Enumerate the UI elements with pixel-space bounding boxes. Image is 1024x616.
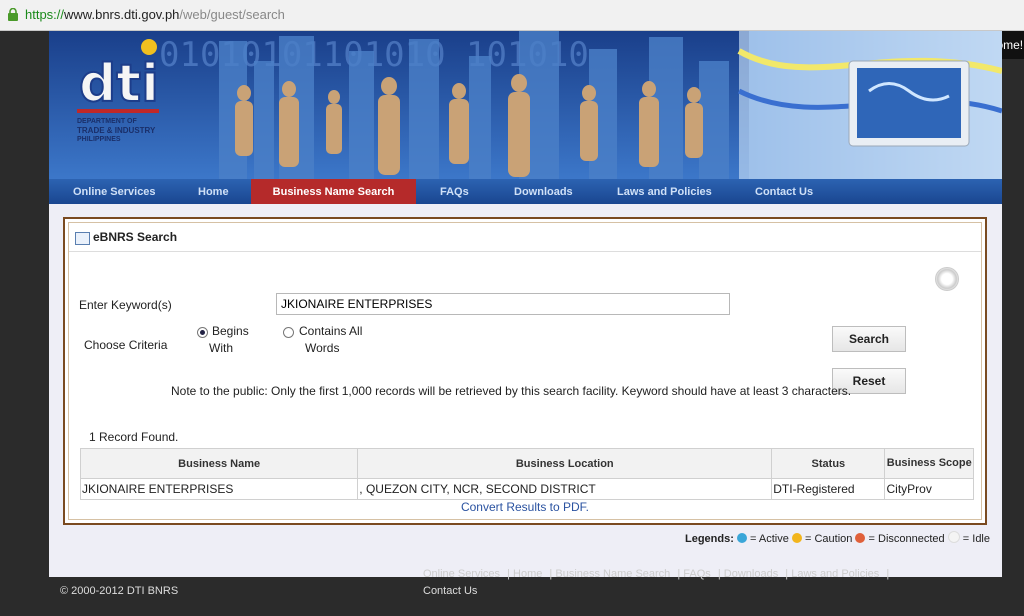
col-business-scope: Business Scope xyxy=(884,448,974,479)
footer-link-online-services[interactable]: Online Services xyxy=(423,568,500,580)
footer-link-downloads[interactable]: Downloads xyxy=(724,568,778,580)
copyright-text: © 2000-2012 DTI BNRS xyxy=(60,585,179,597)
search-note: Note to the public: Only the first 1,000… xyxy=(171,384,852,398)
nav-home[interactable]: Home xyxy=(198,179,229,204)
form-icon xyxy=(75,232,90,245)
begins-label-2: With xyxy=(209,341,233,355)
search-button[interactable]: Search xyxy=(832,326,906,352)
col-business-name: Business Name xyxy=(79,448,359,479)
record-count: 1 Record Found. xyxy=(89,430,179,444)
browser-url-bar[interactable]: https://www.bnrs.dti.gov.ph/web/guest/se… xyxy=(0,0,1024,31)
idle-status-icon xyxy=(947,531,960,543)
legend-active: = Active xyxy=(750,533,789,545)
begins-label-1: Begins xyxy=(212,324,249,338)
logo-caption: DEPARTMENT OF TRADE & INDUSTRY PHILIPPIN… xyxy=(77,118,156,143)
page-frame: 01010101101010 101010 xyxy=(49,31,1002,577)
keyword-input[interactable] xyxy=(276,293,730,315)
main-nav: Online Services Home Business Name Searc… xyxy=(49,179,1002,204)
radio-contains-all-words[interactable] xyxy=(283,327,294,338)
panel-header: eBNRS Search xyxy=(69,223,981,252)
nav-downloads[interactable]: Downloads xyxy=(514,179,573,204)
contains-label-1: Contains All xyxy=(299,324,363,338)
cell-business-location: , QUEZON CITY, NCR, SECOND DISTRICT xyxy=(357,478,773,500)
active-status-icon xyxy=(736,533,747,543)
nav-online-services[interactable]: Online Services xyxy=(73,179,156,204)
banner-artwork: 01010101101010 101010 xyxy=(49,31,1002,179)
legend-caution: = Caution xyxy=(804,533,853,545)
panel-title: eBNRS Search xyxy=(93,230,178,244)
cell-status: DTI-Registered xyxy=(771,478,886,500)
cell-business-scope: CityProv xyxy=(884,478,974,500)
footer-link-business-name-search[interactable]: Business Name Search xyxy=(555,568,670,580)
radio-begins-with[interactable] xyxy=(197,327,208,338)
nav-faqs[interactable]: FAQs xyxy=(440,179,469,204)
contains-label-2: Words xyxy=(305,341,340,355)
legend-disconnected: = Disconnected xyxy=(868,533,945,545)
footer-link-home[interactable]: Home xyxy=(513,568,542,580)
url-text[interactable]: https://www.bnrs.dti.gov.ph/web/guest/se… xyxy=(25,7,285,22)
status-legends: Legends: = Active = Caution = Disconnect… xyxy=(685,531,990,545)
search-panel-inner: eBNRS Search Enter Keyword(s) Choose Cri… xyxy=(68,222,982,520)
footer-link-faqs[interactable]: FAQs xyxy=(683,568,711,580)
cell-business-name: JKIONAIRE ENTERPRISES xyxy=(79,478,359,500)
header-banner: 01010101101010 101010 xyxy=(49,31,1002,179)
col-business-location: Business Location xyxy=(357,448,773,479)
criteria-label: Choose Criteria xyxy=(84,338,168,352)
footer-link-laws-and-policies[interactable]: Laws and Policies xyxy=(791,568,879,580)
lock-icon xyxy=(8,8,18,21)
nav-contact-us[interactable]: Contact Us xyxy=(755,179,813,204)
legend-idle: = Idle xyxy=(962,533,990,545)
caution-status-icon xyxy=(791,533,802,543)
convert-to-pdf-link[interactable]: Convert Results to PDF. xyxy=(69,500,981,514)
footer-link-contact-us[interactable]: Contact Us xyxy=(423,585,477,597)
svg-text:dti: dti xyxy=(79,54,159,114)
search-panel: eBNRS Search Enter Keyword(s) Choose Cri… xyxy=(63,217,987,525)
results-table: Business Name Business Location Status B… xyxy=(79,448,974,500)
nav-business-name-search[interactable]: Business Name Search xyxy=(251,179,416,204)
loading-indicator-icon xyxy=(935,267,959,291)
keyword-label: Enter Keyword(s) xyxy=(79,298,172,312)
table-row[interactable]: JKIONAIRE ENTERPRISES , QUEZON CITY, NCR… xyxy=(79,478,974,500)
footer-nav: Online Services | Home | Business Name S… xyxy=(423,568,890,580)
legends-label: Legends: xyxy=(685,533,734,545)
nav-laws-and-policies[interactable]: Laws and Policies xyxy=(617,179,712,204)
col-status: Status xyxy=(771,448,886,479)
disconnected-status-icon xyxy=(855,533,866,543)
